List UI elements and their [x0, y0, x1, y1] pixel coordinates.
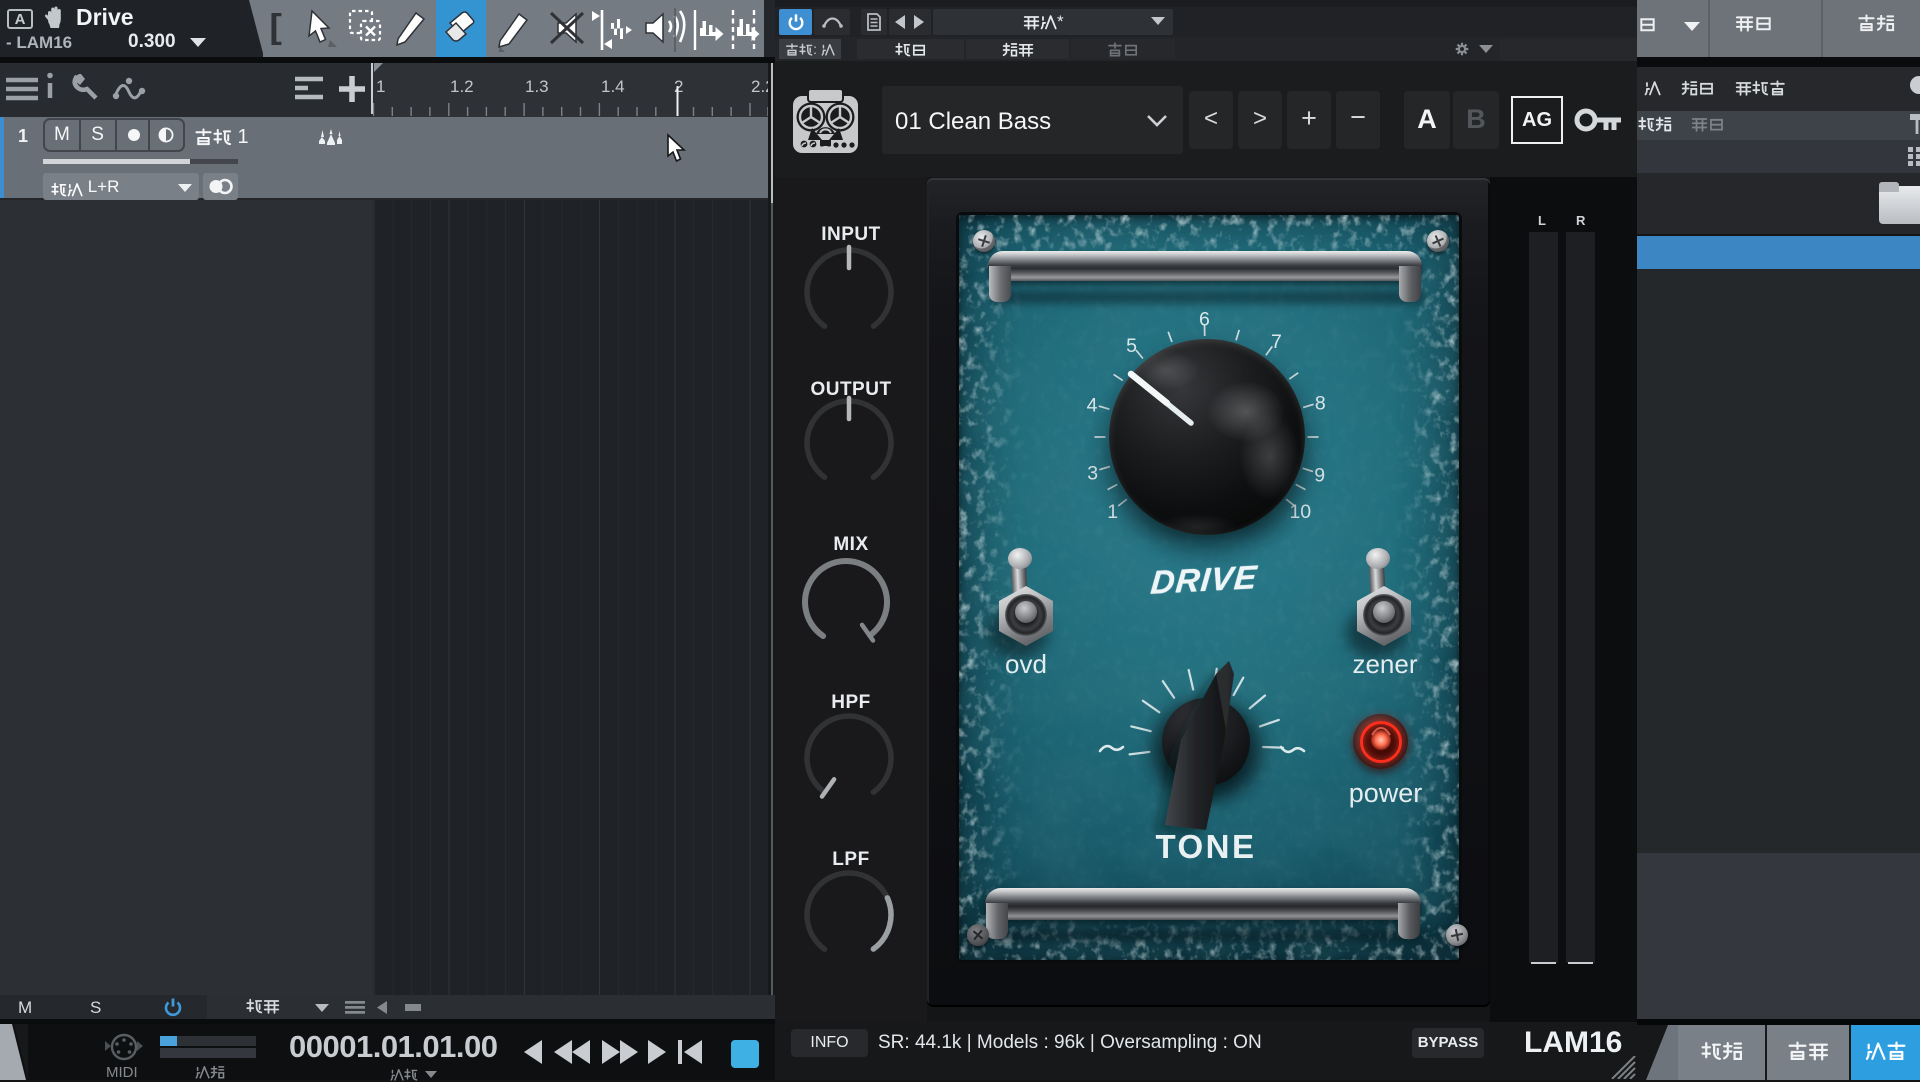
svg-text:9: 9 — [1314, 464, 1325, 486]
svg-text:3: 3 — [1087, 462, 1098, 484]
svg-text:6: 6 — [1199, 309, 1210, 331]
svg-text:8: 8 — [1315, 393, 1326, 415]
svg-text:4: 4 — [1087, 395, 1098, 417]
